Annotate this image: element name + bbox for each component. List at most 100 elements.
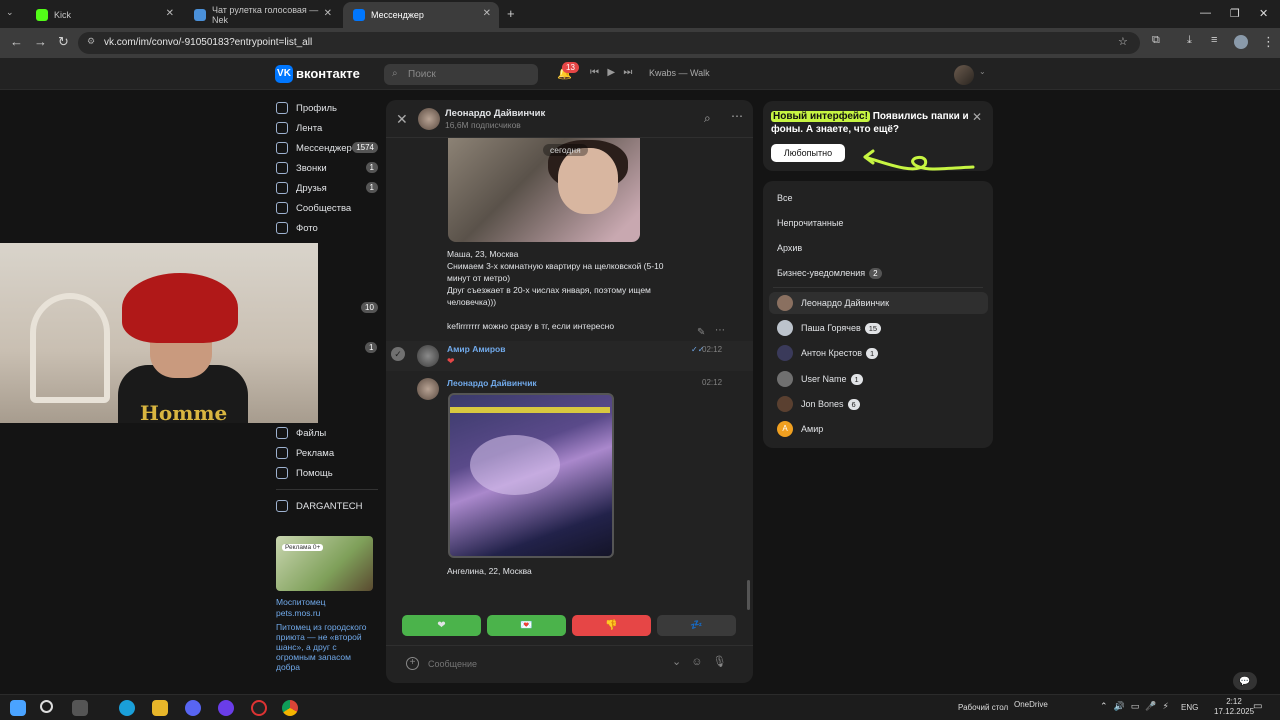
restore-icon[interactable]: ❐ [1230,7,1240,20]
tray-icons[interactable]: ⌃🔊▭🎤⚡ [1100,701,1175,712]
search-input[interactable]: ⌕ Поиск [384,64,538,85]
desktop-label[interactable]: Рабочий стол [958,703,1008,712]
vk-logo-icon[interactable]: VK [275,65,293,83]
chat-title[interactable]: Леонардо Дайвинчик [445,108,545,119]
contact-item[interactable]: Леонардо Дайвинчик [769,292,988,314]
app-icon[interactable] [218,700,234,716]
check-icon[interactable]: ✓ [391,347,405,361]
message-composer: + ⌄☺🎙 [386,645,753,683]
next-track-icon[interactable]: ⏭ [623,67,632,78]
nav-item-feed[interactable]: Лента [276,118,378,138]
close-icon[interactable]: ✕ [972,110,982,124]
sender-avatar[interactable] [417,345,439,367]
chat-bubble-icon[interactable]: 💬 [1233,672,1257,690]
clock[interactable]: 2:12 17.12.2025 [1214,697,1254,717]
contact-item[interactable]: А Амир [769,418,988,440]
folder-business[interactable]: Бизнес-уведомления 2 [777,268,882,279]
emoji-icon[interactable]: ☺ [691,656,712,668]
user-avatar[interactable] [954,65,974,85]
nav-item-group[interactable]: DARGANTECH [276,496,378,516]
nav-item-calls[interactable]: Звонки 1 [276,158,378,178]
track-title[interactable]: Kwabs — Walk [649,68,710,78]
contact-item[interactable]: Паша Горячев 15 [769,317,988,339]
forward-icon[interactable]: → [34,34,47,49]
ad-title[interactable]: Моспитомец [276,597,373,607]
tab-list-icon[interactable]: ⌄ [6,7,14,18]
profile-avatar[interactable] [1234,35,1248,49]
media-queue-icon[interactable]: ≡ [1211,34,1217,46]
tab-chat-roulette[interactable]: Чат рулетка голосовая — Nek ✕ [184,2,340,28]
search-icon[interactable] [40,700,53,713]
bookmark-star-icon[interactable]: ☆ [1118,35,1128,48]
play-icon[interactable]: ▶ [607,67,615,78]
close-icon[interactable]: ✕ [396,111,408,128]
nav-item-messenger[interactable]: Мессенджер 1574 [276,138,378,158]
ad-image[interactable]: Реклама 0+ [276,536,373,591]
nav-item-ads[interactable]: Реклама [276,443,378,463]
ad-text[interactable]: Питомец из городского приюта — не «второ… [276,622,373,672]
message-photo[interactable] [448,393,614,558]
edge-icon[interactable] [119,700,135,716]
sleep-button[interactable]: 💤 [657,615,736,636]
site-info-icon[interactable]: ⚙ [87,36,95,47]
folder-archive[interactable]: Архив [777,243,802,253]
ad-url[interactable]: pets.mos.ru [276,608,373,618]
app-icon[interactable] [251,700,267,716]
nav-item-files[interactable]: Файлы [276,423,378,443]
attach-icon[interactable]: + [406,657,419,670]
nav-item-profile[interactable]: Профиль [276,98,378,118]
nav-item-friends[interactable]: Друзья 1 [276,178,378,198]
mic-icon[interactable]: 🎙 [712,656,736,668]
folder-all[interactable]: Все [777,193,793,203]
more-icon[interactable]: ⋯ [715,325,725,336]
close-tab-icon[interactable]: ✕ [324,8,332,19]
contact-item[interactable]: User Name 1 [769,368,988,390]
ad-block[interactable]: Реклама 0+ Моспитомец pets.mos.ru Питоме… [276,536,373,672]
dislike-button[interactable]: 👎 [572,615,651,636]
message-input[interactable] [428,657,668,671]
chevron-down-icon[interactable]: ⌄ [979,67,986,76]
chevron-down-icon[interactable]: ⌄ [672,656,691,668]
windows-start-icon[interactable] [10,700,26,716]
scrollbar[interactable] [747,580,750,610]
vk-brand[interactable]: вконтакте [296,66,360,81]
url-field[interactable]: ⚙ vk.com/im/convo/-91050183?entrypoint=l… [78,32,1140,54]
edit-icon[interactable]: ✎ [697,327,705,338]
close-window-icon[interactable]: ✕ [1259,7,1268,20]
discord-icon[interactable] [185,700,201,716]
tab-messenger[interactable]: Мессенджер ✕ [343,2,499,28]
nav-item-help[interactable]: Помощь [276,463,378,483]
task-view-icon[interactable] [72,700,88,716]
search-icon[interactable]: ⌕ [704,111,711,126]
sender-avatar[interactable] [417,378,439,400]
close-tab-icon[interactable]: ✕ [483,8,491,19]
message-row[interactable]: ✓ Амир Амиров ❤ ✓✓ 02:12 [386,341,753,371]
extensions-icon[interactable]: ⧉ [1152,34,1160,47]
nav-item-communities[interactable]: Сообщества [276,198,378,218]
contact-item[interactable]: Антон Крестов 1 [769,342,988,364]
language-indicator[interactable]: ENG [1181,703,1198,712]
curious-button[interactable]: Любопытно [771,144,845,162]
tab-kick[interactable]: Kick ✕ [26,2,182,28]
download-icon[interactable]: ⤓ [1187,34,1192,47]
explorer-icon[interactable] [152,700,168,716]
chat-avatar[interactable] [418,108,440,130]
chrome-icon[interactable] [282,700,298,716]
nav-item-photos[interactable]: Фото [276,218,378,238]
folder-unread[interactable]: Непрочитанные [777,218,843,228]
sender-name[interactable]: Леонардо Дайвинчик [447,378,537,388]
reload-icon[interactable]: ↻ [58,34,69,50]
contact-item[interactable]: Jon Bones 6 [769,393,988,415]
like-button[interactable]: ❤ [402,615,481,636]
love-letter-button[interactable]: 💌 [487,615,566,636]
prev-track-icon[interactable]: ⏮ [590,67,599,78]
more-icon[interactable]: ⋯ [731,109,743,123]
browser-menu-icon[interactable]: ⋮ [1262,34,1275,50]
onedrive-label[interactable]: OneDrive [1014,700,1048,709]
back-icon[interactable]: ← [10,34,23,49]
close-tab-icon[interactable]: ✕ [166,8,174,19]
notifications-icon[interactable]: ▭ [1253,701,1262,712]
sender-name[interactable]: Амир Амиров [447,344,505,354]
new-tab-icon[interactable]: + [507,6,515,21]
minimize-icon[interactable]: — [1200,7,1211,19]
